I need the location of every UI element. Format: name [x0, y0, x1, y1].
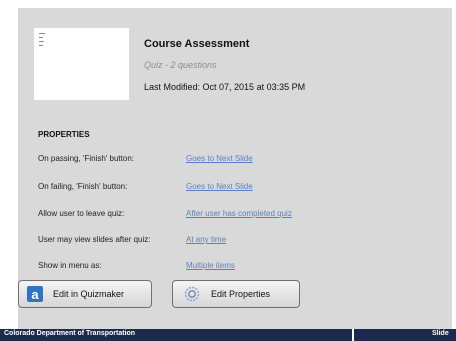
last-modified: Last Modified: Oct 07, 2015 at 03:35 PM [144, 82, 306, 92]
property-value-link[interactable]: Goes to Next Slide [186, 154, 253, 163]
property-value-link[interactable]: After user has completed quiz [186, 209, 292, 218]
property-label: Allow user to leave quiz: [38, 209, 125, 218]
gear-icon [183, 285, 201, 303]
thumbnail-line [39, 33, 45, 34]
footer-slide-label: Slide [432, 330, 449, 337]
property-label: Show in menu as: [38, 261, 102, 270]
quiz-title: Course Assessment [144, 38, 250, 50]
quizmaker-icon: a [27, 286, 43, 302]
thumbnail-line [39, 45, 43, 46]
footer-bar: Colorado Department of Transportation Sl… [0, 329, 456, 341]
quiz-subtitle: Quiz - 2 questions [144, 60, 217, 70]
property-label: User may view slides after quiz: [38, 235, 151, 244]
thumbnail-line [39, 41, 44, 42]
thumbnail-line [39, 37, 43, 38]
edit-properties-button[interactable]: Edit Properties [172, 280, 300, 308]
property-value-link[interactable]: Multiple items [186, 261, 235, 270]
slide-thumbnail[interactable] [34, 28, 129, 100]
edit-in-quizmaker-button[interactable]: a Edit in Quizmaker [18, 280, 152, 308]
property-label: On failing, 'Finish' button: [38, 182, 128, 191]
property-label: On passing, 'Finish' button: [38, 154, 134, 163]
footer-organization: Colorado Department of Transportation [4, 330, 136, 337]
edit-in-quizmaker-label: Edit in Quizmaker [53, 289, 125, 299]
footer-divider [352, 329, 354, 341]
property-value-link[interactable]: Goes to Next Slide [186, 182, 253, 191]
properties-heading: PROPERTIES [38, 130, 90, 139]
edit-properties-label: Edit Properties [211, 289, 271, 299]
property-value-link[interactable]: At any time [186, 235, 226, 244]
